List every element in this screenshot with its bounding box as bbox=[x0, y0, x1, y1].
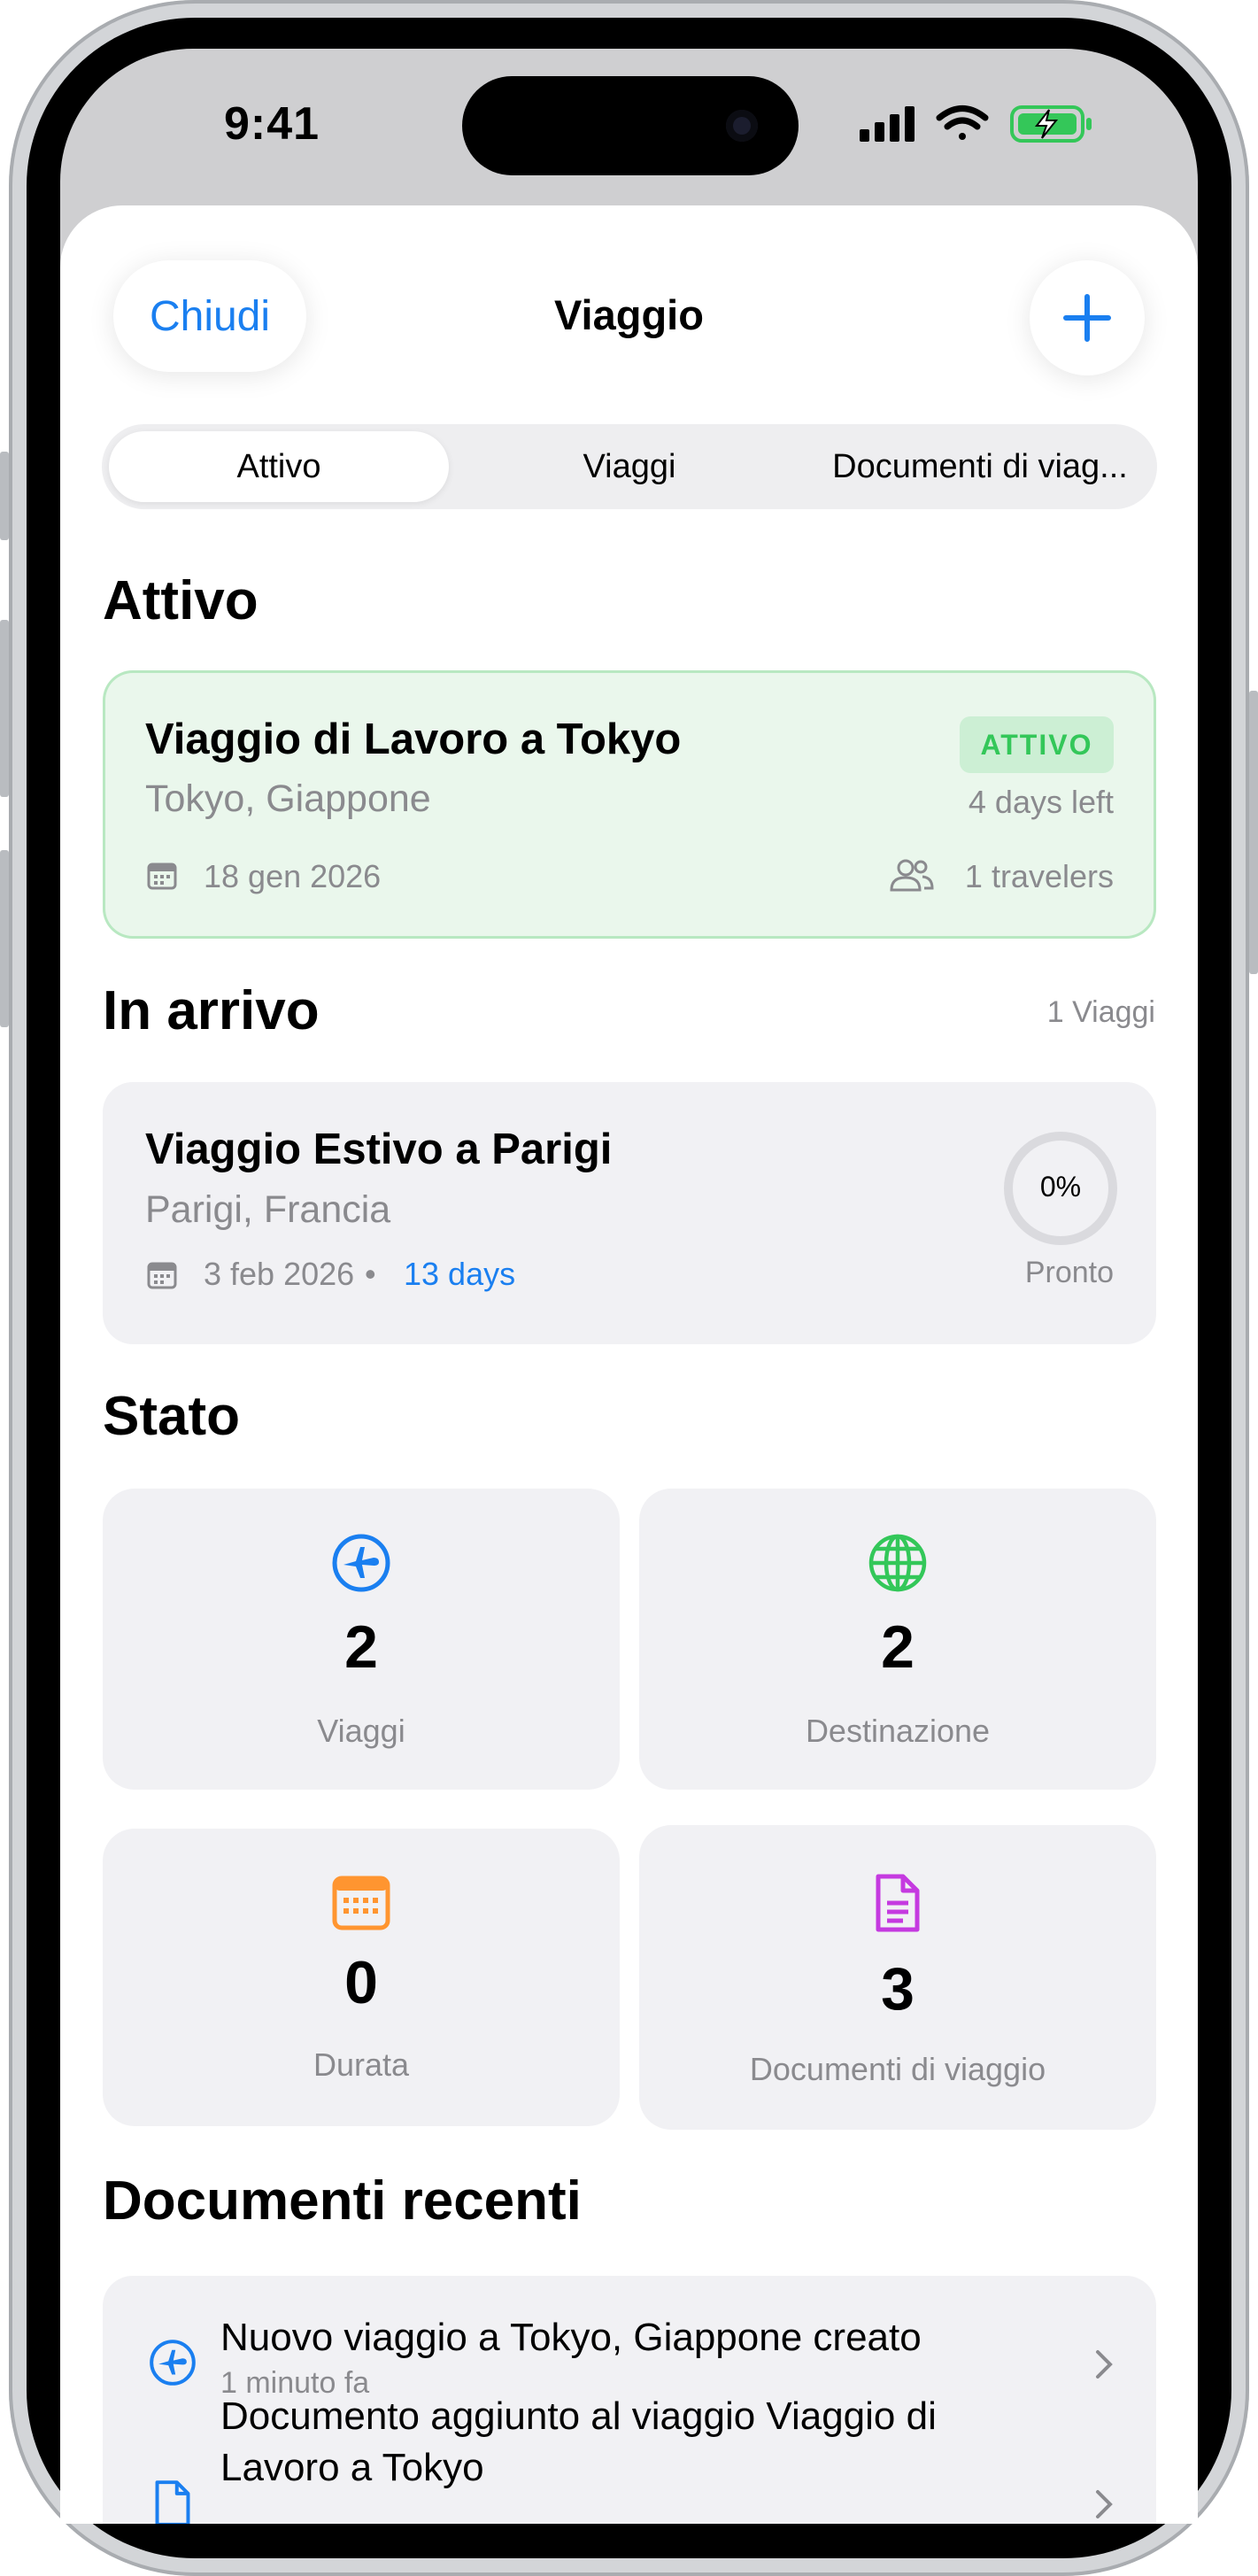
progress-percent: 0% bbox=[1039, 1171, 1082, 1203]
plus-icon bbox=[1063, 294, 1111, 342]
document-icon bbox=[876, 1874, 920, 1932]
add-button[interactable] bbox=[1030, 260, 1145, 375]
list-item-title: Documento aggiunto al viaggio Viaggio di bbox=[220, 2394, 937, 2438]
stat-label: Viaggi bbox=[317, 1713, 405, 1749]
stat-card-documents[interactable]: 3 Documenti di viaggio bbox=[639, 1825, 1156, 2130]
stat-card-destinations[interactable]: 2 Destinazione bbox=[639, 1489, 1156, 1790]
globe-icon bbox=[868, 1534, 927, 1592]
list-item-title: Nuovo viaggio a Tokyo, Giappone creato bbox=[220, 2316, 922, 2359]
travelers-icon bbox=[890, 859, 934, 892]
section-heading-active: Attivo bbox=[103, 570, 259, 631]
airplane-icon bbox=[150, 2340, 196, 2386]
segmented-control: Attivo Viaggi Documenti di viag... bbox=[102, 424, 1157, 509]
status-icons bbox=[860, 105, 1092, 143]
wifi-icon bbox=[936, 105, 989, 140]
list-item[interactable]: Documento aggiunto al viaggio Viaggio di… bbox=[103, 2394, 1156, 2524]
tab-attivo[interactable]: Attivo bbox=[109, 424, 449, 509]
chevron-right-icon bbox=[1096, 2490, 1113, 2518]
trip-countdown: 13 days bbox=[404, 1256, 516, 1292]
calendar-icon bbox=[147, 863, 177, 890]
battery-icon bbox=[1010, 105, 1092, 143]
stat-label: Durata bbox=[313, 2046, 410, 2083]
recent-documents-list: Nuovo viaggio a Tokyo, Giappone creato 1… bbox=[103, 2276, 1156, 2524]
travelers-count: 1 travelers bbox=[964, 858, 1114, 894]
action-button bbox=[0, 452, 9, 540]
trip-location: Tokyo, Giappone bbox=[145, 777, 431, 820]
active-trip-card[interactable]: Viaggio di Lavoro a Tokyo ATTIVO Tokyo, … bbox=[103, 670, 1156, 939]
status-badge: ATTIVO bbox=[960, 716, 1114, 773]
calendar-icon bbox=[332, 1876, 390, 1930]
stat-label: Documenti di viaggio bbox=[749, 2051, 1046, 2087]
status-time: 9:41 bbox=[223, 98, 320, 150]
trip-date: 18 gen 2026 bbox=[204, 858, 382, 894]
meta-separator: • bbox=[365, 1256, 376, 1292]
stat-card-duration[interactable]: 0 Durata bbox=[103, 1829, 620, 2126]
list-item[interactable]: Nuovo viaggio a Tokyo, Giappone creato 1… bbox=[103, 2276, 1156, 2409]
volume-down-button bbox=[0, 850, 9, 1027]
camera-icon bbox=[726, 110, 758, 142]
volume-up-button bbox=[0, 620, 9, 797]
upcoming-trip-card[interactable]: Viaggio Estivo a Parigi Parigi, Francia … bbox=[103, 1082, 1156, 1344]
stat-card-trips[interactable]: 2 Viaggi bbox=[103, 1489, 620, 1790]
upcoming-count: 1 Viaggi bbox=[1046, 995, 1155, 1029]
tab-viaggi[interactable]: Viaggi bbox=[459, 424, 799, 509]
stat-label: Destinazione bbox=[805, 1713, 991, 1749]
section-heading-upcoming: In arrivo bbox=[103, 980, 320, 1041]
chevron-right-icon bbox=[1096, 2350, 1113, 2379]
section-heading-stats: Stato bbox=[103, 1386, 240, 1447]
trip-title: Viaggio di Lavoro a Tokyo bbox=[145, 716, 682, 763]
trip-location: Parigi, Francia bbox=[145, 1188, 391, 1231]
power-button bbox=[1249, 691, 1258, 974]
stat-value: 2 bbox=[344, 1613, 378, 1681]
list-item-title-continued: Lavoro a Tokyo bbox=[220, 2446, 484, 2489]
ready-label: Pronto bbox=[1024, 1256, 1114, 1289]
stat-value: 0 bbox=[344, 1949, 378, 2016]
tab-documenti[interactable]: Documenti di viag... bbox=[810, 424, 1150, 509]
days-left: 4 days left bbox=[968, 784, 1114, 820]
page-title: Viaggio bbox=[554, 291, 704, 338]
trip-sheet: Chiudi Viaggio Attivo Viaggi Documenti d… bbox=[60, 205, 1198, 2524]
calendar-icon bbox=[147, 1262, 177, 1289]
document-icon bbox=[155, 2480, 190, 2524]
signal-icon bbox=[860, 106, 915, 142]
section-heading-recent: Documenti recenti bbox=[103, 2170, 582, 2232]
trip-date: 3 feb 2026 bbox=[204, 1256, 355, 1292]
airplane-icon bbox=[332, 1534, 390, 1592]
stat-value: 3 bbox=[881, 1955, 915, 2023]
stat-value: 2 bbox=[881, 1613, 915, 1681]
trip-title: Viaggio Estivo a Parigi bbox=[145, 1126, 613, 1173]
